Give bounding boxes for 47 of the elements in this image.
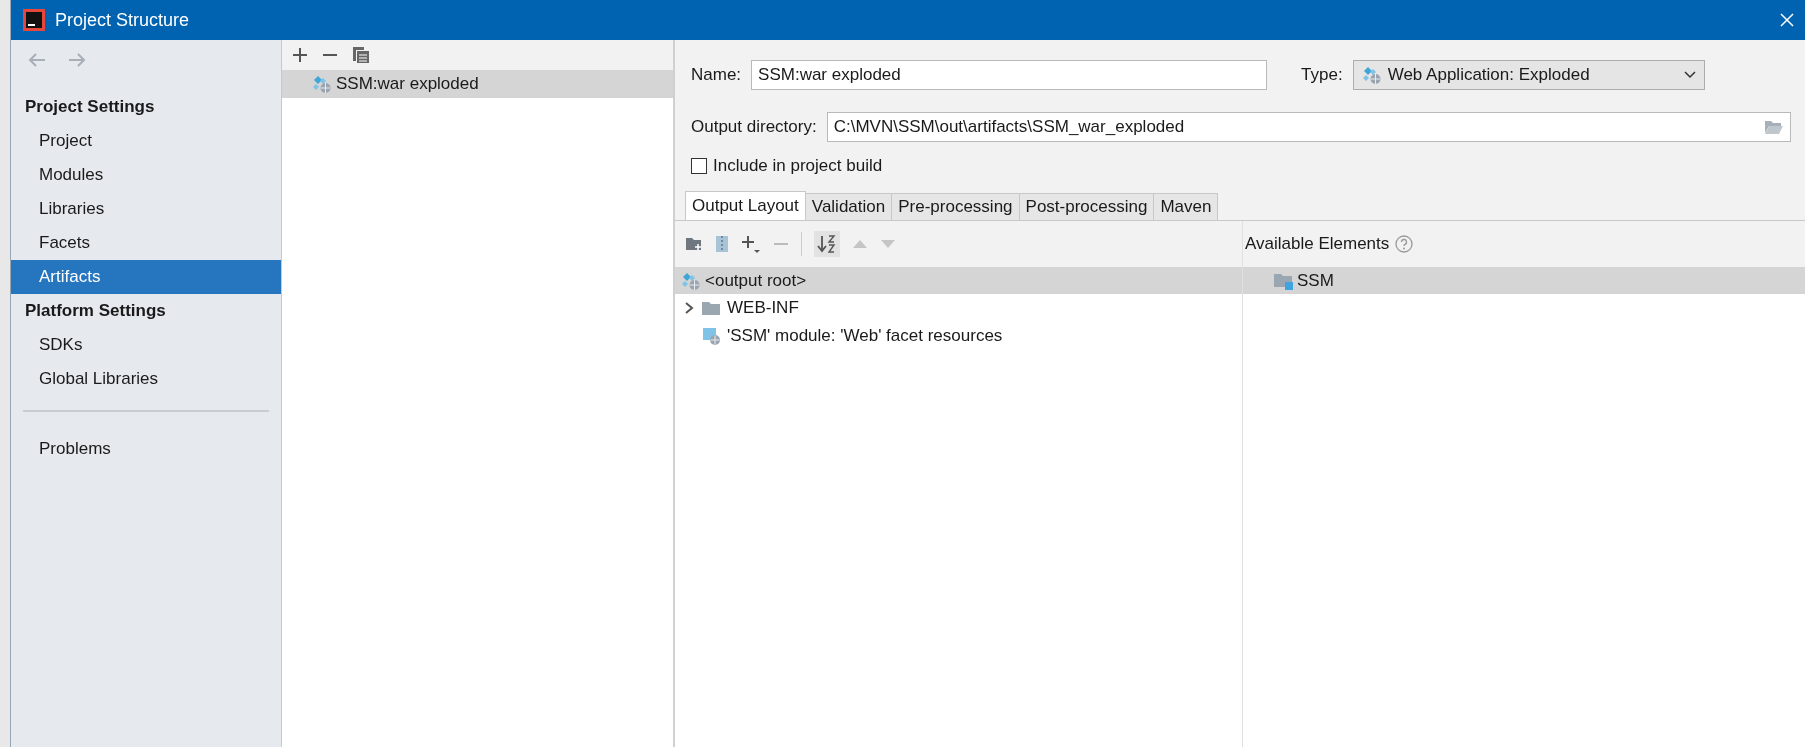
sidebar-item[interactable]: Global Libraries <box>11 362 281 396</box>
copy-icon[interactable] <box>352 46 370 64</box>
app-icon <box>23 9 45 31</box>
sidebar-item[interactable]: Artifacts <box>11 260 281 294</box>
tab[interactable]: Validation <box>804 193 893 220</box>
window-title: Project Structure <box>55 9 191 31</box>
checkbox-label: Include in project build <box>713 156 883 176</box>
tree-item[interactable]: WEB-INF <box>701 294 799 322</box>
add-dropdown-icon[interactable] <box>741 234 761 254</box>
sidebar-item[interactable]: Facets <box>11 226 281 260</box>
available-element[interactable]: SSM <box>1243 267 1805 294</box>
artifact-icon <box>312 74 332 94</box>
type-dropdown[interactable]: Web Application: Exploded <box>1352 60 1705 90</box>
web-resource-icon <box>701 326 721 346</box>
artifact-type-icon <box>1361 65 1382 85</box>
section-heading: Project Settings <box>24 96 156 118</box>
sidebar-item[interactable]: Problems <box>11 432 281 466</box>
tab[interactable]: Output Layout <box>685 191 806 220</box>
name-label: Name: <box>691 65 742 85</box>
checkbox[interactable] <box>691 158 707 174</box>
tab[interactable]: Pre-processing <box>891 193 1020 220</box>
output-directory-label: Output directory: <box>691 117 817 137</box>
folder-icon[interactable] <box>1764 119 1784 135</box>
tab[interactable]: Maven <box>1153 193 1219 220</box>
sidebar-item[interactable]: Modules <box>11 158 281 192</box>
section-heading: Platform Settings <box>24 300 167 322</box>
close-icon[interactable] <box>1779 12 1795 28</box>
type-label: Type: <box>1301 65 1343 85</box>
sort-icon[interactable] <box>814 231 840 257</box>
sidebar-item[interactable]: Libraries <box>11 192 281 226</box>
artifact-item[interactable]: SSM:war exploded <box>282 70 673 98</box>
chevron-right-icon[interactable] <box>683 301 695 315</box>
output-directory-field[interactable]: C:\MVN\SSM\out\artifacts\SSM_war_exploded <box>826 112 1791 142</box>
tree-item[interactable]: <output root> <box>675 267 1242 294</box>
new-folder-icon[interactable] <box>685 236 703 252</box>
sidebar-item[interactable]: SDKs <box>11 328 281 362</box>
artifact-icon <box>681 270 701 291</box>
help-icon[interactable] <box>1395 235 1414 253</box>
panel-title: Available Elements <box>1245 234 1390 254</box>
add-icon[interactable] <box>292 47 308 63</box>
module-folder-icon <box>1273 271 1295 290</box>
tab[interactable]: Post-processing <box>1018 193 1155 220</box>
tree-item[interactable]: 'SSM' module: 'Web' facet resources <box>701 322 1003 350</box>
archive-icon[interactable] <box>715 235 729 253</box>
sidebar-item[interactable]: Project <box>11 124 281 158</box>
name-field[interactable]: SSM:war exploded <box>751 60 1268 90</box>
folder-icon <box>701 300 721 316</box>
